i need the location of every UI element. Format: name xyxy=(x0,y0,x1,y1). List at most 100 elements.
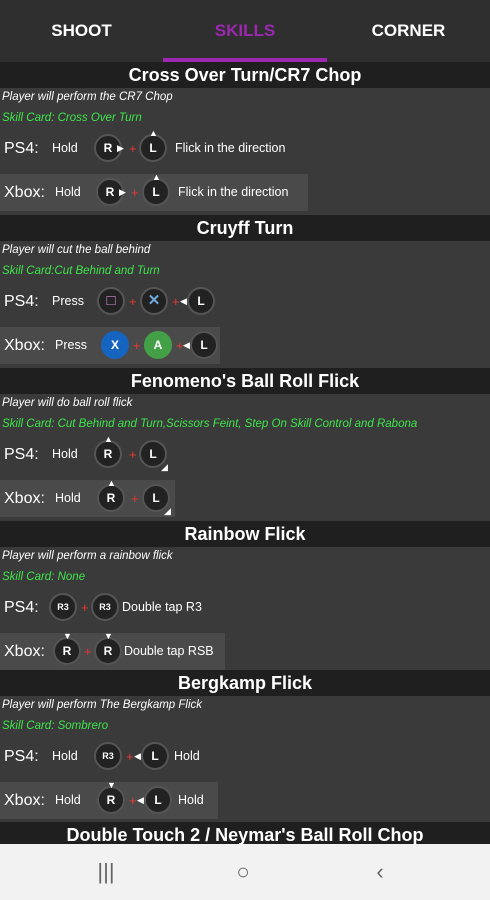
r-stick-button: R xyxy=(53,637,81,665)
instruction-note: Hold xyxy=(178,793,204,807)
r-stick-button: R xyxy=(94,637,122,665)
x-button: X xyxy=(101,331,129,359)
l-stick-button: L xyxy=(187,287,215,315)
r3-button: R3 xyxy=(94,742,122,770)
arrow-up-icon: ▲ xyxy=(104,434,113,444)
section-title: Rainbow Flick xyxy=(0,521,490,547)
a-button: A xyxy=(144,331,172,359)
platform-label: Xbox: xyxy=(4,337,45,354)
r3-button: R3 xyxy=(91,593,119,621)
skills-list[interactable]: Cross Over Turn/CR7 Chop Player will per… xyxy=(0,62,490,844)
l-stick-button: L xyxy=(142,178,170,206)
platform-label: PS4: xyxy=(4,748,39,765)
ps4-row: PS4: Hold R ▶ + L ▲ Flick in the directi… xyxy=(0,128,490,167)
xbox-row: Xbox: Hold R ▶ + L ▲ Flick in the direct… xyxy=(0,172,308,211)
arrow-down-icon: ▼ xyxy=(63,631,72,641)
l-stick-button: L xyxy=(139,134,167,162)
instruction-note: Flick in the direction xyxy=(178,185,289,199)
r-stick-button: R xyxy=(97,484,125,512)
arrow-down-right-icon: ◢ xyxy=(164,506,171,516)
arrow-left-icon: ◀ xyxy=(137,795,144,805)
xbox-row: Xbox: Hold R ▼ + ◀ L Hold xyxy=(0,780,218,819)
l-stick-button: L xyxy=(190,331,218,359)
platform-label: Xbox: xyxy=(4,184,45,201)
action-label: Press xyxy=(55,338,87,352)
plus-icon: + xyxy=(129,793,137,808)
section-title: Cruyff Turn xyxy=(0,215,490,241)
instruction-note: Hold xyxy=(174,749,200,763)
section-description: Player will perform The Bergkamp Flick xyxy=(2,699,203,711)
section-title: Bergkamp Flick xyxy=(0,670,490,696)
skill-card: Skill Card: Cross Over Turn xyxy=(2,112,142,124)
l-stick-button: L xyxy=(144,786,172,814)
action-label: Hold xyxy=(52,141,78,155)
skill-card: Skill Card:Cut Behind and Turn xyxy=(2,265,160,277)
plus-icon: + xyxy=(129,141,137,156)
xbox-row: Xbox: Press X + A + ◀ L xyxy=(0,327,220,364)
ps4-row: PS4: R3 + R3 Double tap R3 xyxy=(0,589,490,626)
tab-skills[interactable]: SKILLS xyxy=(163,0,327,62)
ps4-row: PS4: Press □ + ✕ + ◀ L xyxy=(0,283,490,320)
xbox-row: Xbox: R ▼ + R ▼ Double tap RSB xyxy=(0,631,225,670)
platform-label: PS4: xyxy=(4,446,39,463)
platform-label: PS4: xyxy=(4,140,39,157)
section-title: Cross Over Turn/CR7 Chop xyxy=(0,62,490,88)
platform-label: Xbox: xyxy=(4,643,45,660)
ps4-row: PS4: Hold R ▲ + L ◢ xyxy=(0,434,490,473)
square-button: □ xyxy=(97,287,125,315)
section-title: Fenomeno's Ball Roll Flick xyxy=(0,368,490,394)
r-stick-button: R xyxy=(94,440,122,468)
tab-bar: SHOOT SKILLS CORNER xyxy=(0,0,490,62)
arrow-up-icon: ▲ xyxy=(149,128,158,138)
tab-corner[interactable]: CORNER xyxy=(327,0,490,62)
plus-icon: + xyxy=(129,447,137,462)
back-icon[interactable]: ‹ xyxy=(350,844,410,900)
instruction-note: Double tap R3 xyxy=(122,600,202,614)
arrow-up-icon: ▲ xyxy=(152,172,161,182)
action-label: Hold xyxy=(55,793,81,807)
arrow-left-icon: ◀ xyxy=(134,751,141,761)
r3-button: R3 xyxy=(49,593,77,621)
plus-icon: + xyxy=(81,600,89,615)
plus-icon: + xyxy=(131,491,139,506)
skill-card: Skill Card: Sombrero xyxy=(2,720,109,732)
section-description: Player will do ball roll flick xyxy=(2,397,133,409)
recents-icon[interactable]: ||| xyxy=(76,844,136,900)
tab-shoot[interactable]: SHOOT xyxy=(0,0,163,62)
arrow-right-icon: ▶ xyxy=(117,143,124,153)
section-description: Player will cut the ball behind xyxy=(2,244,151,256)
section-description: Player will perform a rainbow flick xyxy=(2,550,173,562)
instruction-note: Flick in the direction xyxy=(175,141,286,155)
arrow-down-right-icon: ◢ xyxy=(161,462,168,472)
action-label: Press xyxy=(52,294,84,308)
arrow-right-icon: ▶ xyxy=(119,187,126,197)
skill-card: Skill Card: None xyxy=(2,571,86,583)
arrow-left-icon: ◀ xyxy=(180,296,187,306)
skill-card: Skill Card: Cut Behind and Turn,Scissors… xyxy=(2,418,418,430)
plus-icon: + xyxy=(129,294,137,309)
platform-label: PS4: xyxy=(4,293,39,310)
action-label: Hold xyxy=(55,491,81,505)
xbox-row: Xbox: Hold R ▲ + L ◢ xyxy=(0,478,175,517)
home-icon[interactable]: ○ xyxy=(213,844,273,900)
plus-icon: + xyxy=(172,294,180,309)
action-label: Hold xyxy=(52,749,78,763)
ps4-row: PS4: Hold R3 + ◀ L Hold xyxy=(0,738,490,775)
section-title: Double Touch 2 / Neymar's Ball Roll Chop xyxy=(0,822,490,844)
arrow-up-icon: ▲ xyxy=(107,478,116,488)
platform-label: Xbox: xyxy=(4,490,45,507)
action-label: Hold xyxy=(55,185,81,199)
plus-icon: + xyxy=(126,749,134,764)
arrow-down-icon: ▼ xyxy=(104,631,113,641)
instruction-note: Double tap RSB xyxy=(124,644,214,658)
arrow-left-icon: ◀ xyxy=(183,340,190,350)
cross-button: ✕ xyxy=(140,287,168,315)
plus-icon: + xyxy=(131,185,139,200)
plus-icon: + xyxy=(84,644,92,659)
action-label: Hold xyxy=(52,447,78,461)
platform-label: PS4: xyxy=(4,599,39,616)
system-nav-bar: ||| ○ ‹ xyxy=(0,844,490,900)
r-stick-button: R xyxy=(97,786,125,814)
arrow-down-icon: ▼ xyxy=(107,780,116,790)
platform-label: Xbox: xyxy=(4,792,45,809)
